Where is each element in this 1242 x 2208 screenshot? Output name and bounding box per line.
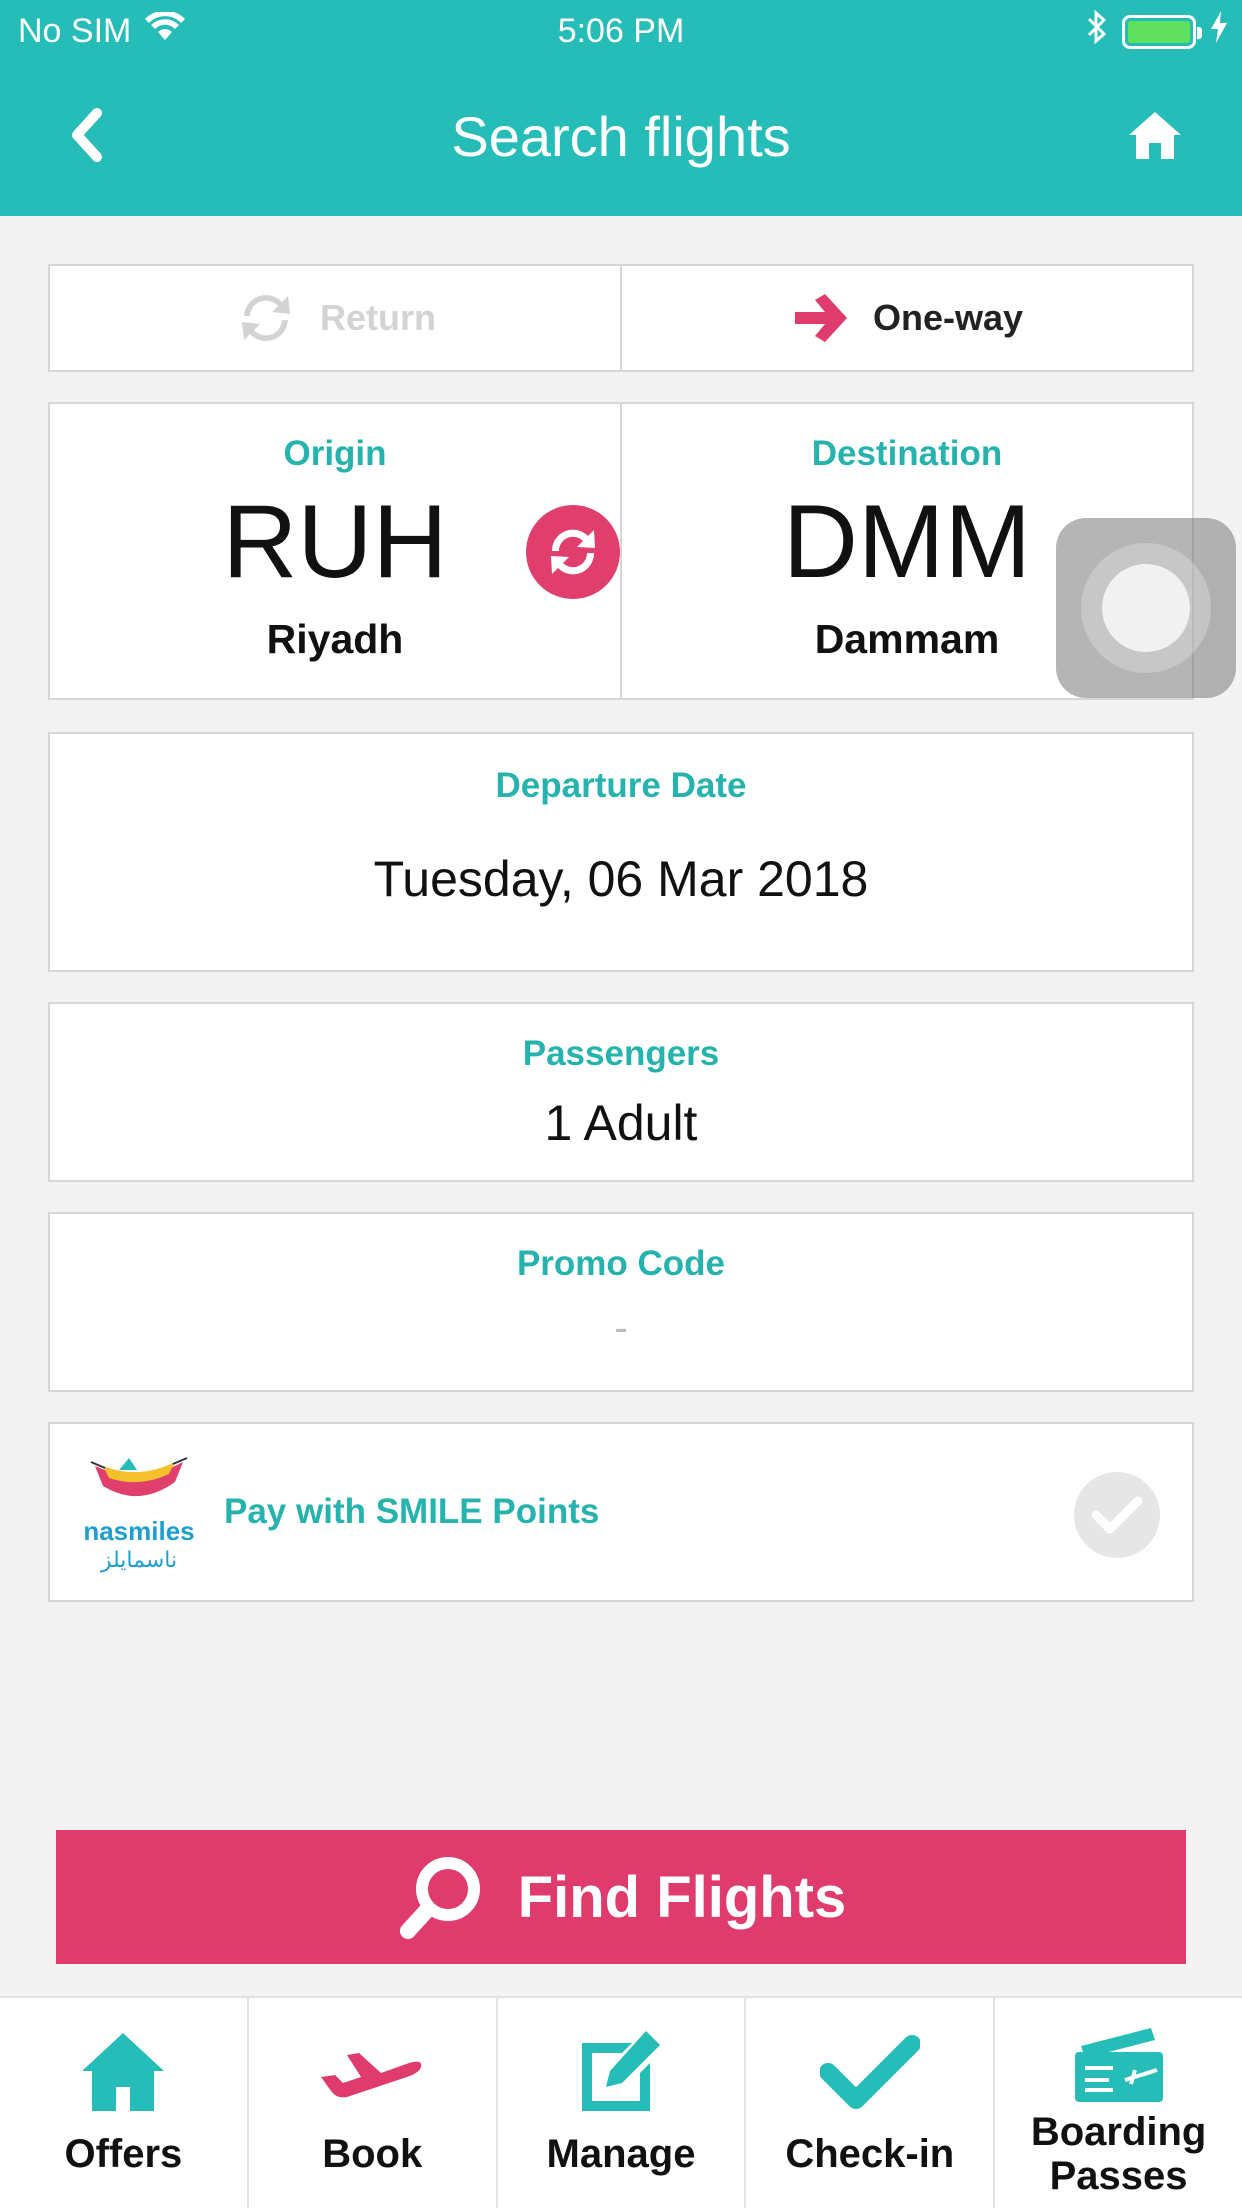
- tab-check-in[interactable]: Check-in: [744, 1998, 993, 2208]
- edit-icon: [498, 2022, 745, 2122]
- tab-book[interactable]: Book: [246, 1998, 496, 2208]
- return-arrows-icon: [242, 295, 290, 341]
- check-icon: [746, 2022, 993, 2122]
- status-bar: No SIM 5:06 PM: [0, 0, 1242, 60]
- find-flights-label: Find Flights: [517, 1864, 847, 1930]
- tab-offers[interactable]: Offers: [0, 1998, 247, 2208]
- departure-date-field[interactable]: Departure Date Tuesday, 06 Mar 2018: [48, 732, 1194, 972]
- destination-label: Destination: [811, 434, 1003, 473]
- home-button[interactable]: [1120, 100, 1190, 170]
- page-title: Search flights: [451, 105, 791, 168]
- swap-icon: [551, 529, 595, 575]
- smile-points-checkbox[interactable]: [1074, 1472, 1160, 1558]
- ticket-icon: [995, 2022, 1242, 2122]
- tab-offers-label: Offers: [64, 2132, 183, 2176]
- nav-row: Search flights: [0, 70, 1242, 210]
- promo-code-label: Promo Code: [516, 1244, 726, 1283]
- find-flights-button[interactable]: Find Flights: [56, 1830, 1186, 1964]
- route-card: Origin RUH Riyadh Destination DMM Dammam: [48, 402, 1194, 700]
- nasmiles-logo-text-arabic: ناسمايلز: [100, 1546, 178, 1572]
- battery-icon: [1122, 14, 1202, 49]
- tab-book-label: Book: [322, 2132, 423, 2176]
- tab-check-in-label: Check-in: [785, 2132, 955, 2176]
- search-icon: [399, 1857, 480, 1939]
- header-bar: No SIM 5:06 PM Search flights: [0, 0, 1242, 216]
- tab-manage-label: Manage: [546, 2132, 696, 2176]
- departure-date-value: Tuesday, 06 Mar 2018: [373, 851, 869, 907]
- nasmiles-logo: nasmiles ناسمايلز: [74, 1452, 204, 1573]
- bottom-tab-bar: Offers Book Manage Check-in Boarding Pas…: [0, 1996, 1242, 2208]
- arrow-right-icon: [794, 294, 847, 342]
- return-label: Return: [320, 297, 436, 338]
- assistive-touch-button[interactable]: [1056, 518, 1236, 698]
- check-icon: [1092, 1496, 1142, 1534]
- tab-boarding-passes[interactable]: Boarding Passes: [993, 1998, 1242, 2208]
- smile-points-option[interactable]: nasmiles ناسمايلز Pay with SMILE Points: [48, 1422, 1194, 1602]
- one-way-option[interactable]: One-way: [620, 266, 1192, 370]
- origin-label: Origin: [283, 434, 387, 473]
- promo-code-field[interactable]: Promo Code -: [48, 1212, 1194, 1392]
- departure-date-label: Departure Date: [495, 766, 747, 805]
- nasmiles-logo-text: nasmiles: [83, 1515, 195, 1546]
- hammock-icon: [90, 1456, 188, 1496]
- promo-code-value: -: [614, 1306, 628, 1350]
- charging-icon: [1210, 10, 1228, 53]
- home-icon: [0, 2022, 247, 2122]
- trip-type-selector: Return One-way: [48, 264, 1194, 372]
- origin-city: Riyadh: [266, 616, 404, 662]
- home-icon: [1129, 112, 1181, 159]
- clock: 5:06 PM: [557, 12, 685, 50]
- passengers-field[interactable]: Passengers 1 Adult: [48, 1002, 1194, 1182]
- tab-manage[interactable]: Manage: [495, 1998, 745, 2208]
- bluetooth-icon: [1086, 9, 1108, 53]
- tab-boarding-passes-label: Boarding Passes: [1030, 2110, 1207, 2198]
- passengers-label: Passengers: [522, 1034, 720, 1073]
- swap-route-button[interactable]: [526, 505, 620, 599]
- one-way-label: One-way: [872, 297, 1024, 338]
- plane-icon: [249, 2022, 496, 2122]
- return-option[interactable]: Return: [50, 266, 620, 370]
- passengers-value: 1 Adult: [544, 1095, 698, 1151]
- smile-points-label: Pay with SMILE Points: [224, 1492, 600, 1531]
